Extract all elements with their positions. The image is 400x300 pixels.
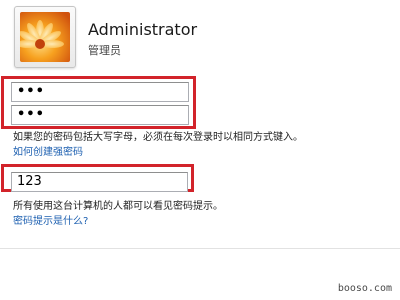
user-avatar [14, 6, 76, 68]
watermark: booso.com [337, 283, 392, 294]
strong-password-link[interactable]: 如何创建强密码 [13, 143, 83, 158]
orange-flower-avatar-icon [20, 12, 70, 62]
user-role: 管理员 [88, 44, 121, 57]
password-hint-help-link[interactable]: 密码提示是什么? [13, 212, 88, 227]
password-hint-input[interactable]: 123 [11, 172, 188, 192]
new-password-input[interactable]: ••• [11, 82, 189, 102]
user-name: Administrator [88, 20, 198, 39]
hint-visibility-note: 所有使用这台计算机的人都可以看见密码提示。 [13, 201, 223, 212]
case-sensitivity-note: 如果您的密码包括大写字母，必须在每次登录时以相同方式键入。 [13, 132, 303, 143]
confirm-password-input[interactable]: ••• [11, 105, 189, 125]
divider [0, 248, 400, 249]
